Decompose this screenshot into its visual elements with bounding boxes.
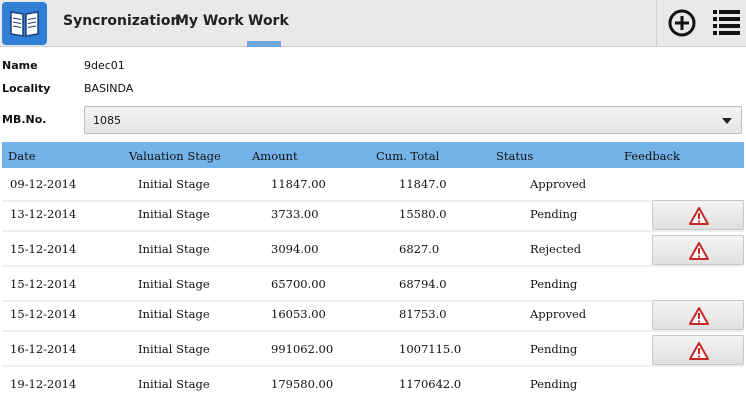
header-date: Date <box>8 149 36 163</box>
cell-valuation-stage: Initial Stage <box>138 377 210 391</box>
locality-label: Locality <box>2 82 51 95</box>
cell-date: 13-12-2014 <box>10 207 77 221</box>
selected-tab-indicator <box>247 41 281 47</box>
cell-amount: 16053.00 <box>271 307 326 321</box>
table-row: 15-12-2014 Initial Stage 65700.00 68794.0 Pe… <box>2 268 744 302</box>
chevron-down-icon <box>722 118 732 124</box>
cell-cum-total: 81753.0 <box>399 307 447 321</box>
cell-date: 19-12-2014 <box>10 377 77 391</box>
cell-amount: 179580.00 <box>271 377 334 391</box>
tab-work[interactable]: Work <box>248 0 289 47</box>
cell-date: 15-12-2014 <box>10 307 77 321</box>
feedback-button[interactable] <box>652 235 744 265</box>
cell-status: Pending <box>530 277 578 291</box>
cell-status: Pending <box>530 342 578 356</box>
cell-cum-total: 15580.0 <box>399 207 447 221</box>
cell-amount: 3733.00 <box>271 207 319 221</box>
header-status: Status <box>496 149 534 163</box>
header-amount: Amount <box>252 149 298 163</box>
cell-cum-total: 6827.0 <box>399 242 440 256</box>
cell-date: 16-12-2014 <box>10 342 77 356</box>
locality-value: BASINDA <box>84 82 134 95</box>
cell-amount: 11847.00 <box>271 177 326 191</box>
cell-valuation-stage: Initial Stage <box>138 207 210 221</box>
list-menu-icon <box>713 10 740 35</box>
cell-date: 15-12-2014 <box>10 242 77 256</box>
menu-button[interactable] <box>706 0 746 47</box>
cell-status: Pending <box>530 207 578 221</box>
cell-status: Approved <box>530 307 587 321</box>
cell-valuation-stage: Initial Stage <box>138 342 210 356</box>
action-bar: Syncronization My Work Work <box>0 0 746 47</box>
table-row: 19-12-2014 Initial Stage 179580.00 1170642.… <box>2 368 744 400</box>
cell-valuation-stage: Initial Stage <box>138 307 210 321</box>
name-label: Name <box>2 59 38 72</box>
header-valuation-stage: Valuation Stage <box>129 149 221 163</box>
name-value: 9dec01 <box>84 59 125 72</box>
mbno-select[interactable]: 1085 <box>84 106 742 134</box>
action-bar-divider <box>656 0 657 47</box>
warning-icon <box>689 207 709 225</box>
table-row: 16-12-2014 Initial Stage 991062.00 1007115.… <box>2 333 744 367</box>
add-button[interactable] <box>662 0 702 47</box>
cell-amount: 991062.00 <box>271 342 334 356</box>
feedback-button[interactable] <box>652 200 744 230</box>
cell-cum-total: 1007115.0 <box>399 342 462 356</box>
feedback-button[interactable] <box>652 335 744 365</box>
cell-cum-total: 11847.0 <box>399 177 447 191</box>
cell-status: Rejected <box>530 242 582 256</box>
cell-cum-total: 68794.0 <box>399 277 447 291</box>
feedback-button[interactable] <box>652 300 744 330</box>
table-row: 09-12-2014 Initial Stage 11847.00 11847.0 Ap… <box>2 168 744 202</box>
cell-amount: 3094.00 <box>271 242 319 256</box>
cell-valuation-stage: Initial Stage <box>138 242 210 256</box>
warning-icon <box>689 242 709 260</box>
table-row: 15-12-2014 Initial Stage 3094.00 6827.0 Reje… <box>2 233 744 267</box>
warning-icon <box>689 342 709 360</box>
cell-status: Approved <box>530 177 587 191</box>
cell-date: 09-12-2014 <box>10 177 77 191</box>
cell-cum-total: 1170642.0 <box>399 377 462 391</box>
book-icon[interactable] <box>2 2 47 45</box>
tab-my-work[interactable]: My Work <box>175 0 244 47</box>
tab-syncronization[interactable]: Syncronization <box>63 0 180 47</box>
warning-icon <box>689 307 709 325</box>
table-row: 15-12-2014 Initial Stage 16053.00 81753.0 Ap… <box>2 298 744 332</box>
header-cum-total: Cum. Total <box>376 149 440 163</box>
table-header: Date Valuation Stage Amount Cum. Total S… <box>2 142 744 168</box>
mbno-select-value: 1085 <box>93 114 121 127</box>
cell-valuation-stage: Initial Stage <box>138 177 210 191</box>
table-row: 13-12-2014 Initial Stage 3733.00 15580.0 Pen… <box>2 198 744 232</box>
cell-valuation-stage: Initial Stage <box>138 277 210 291</box>
add-circle-icon <box>668 9 696 37</box>
header-feedback: Feedback <box>624 149 680 163</box>
mbno-label: MB.No. <box>2 113 47 126</box>
cell-status: Pending <box>530 377 578 391</box>
cell-amount: 65700.00 <box>271 277 326 291</box>
cell-date: 15-12-2014 <box>10 277 77 291</box>
